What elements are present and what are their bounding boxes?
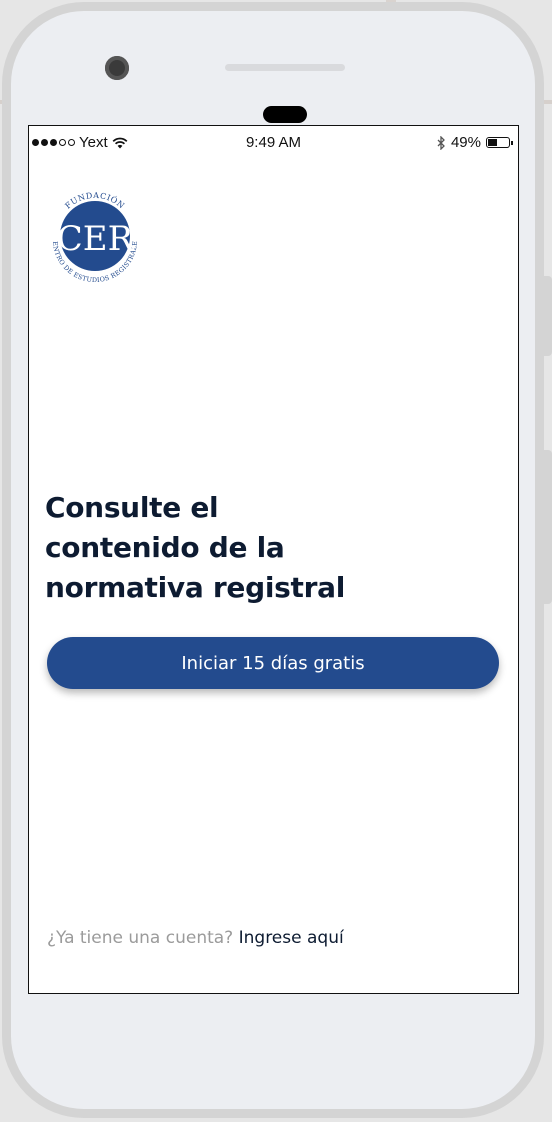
fundacion-cer-logo: FUNDACIÓN CENTRO DE ESTUDIOS REGISTRALES… <box>43 184 139 284</box>
start-free-trial-button[interactable]: Iniciar 15 días gratis <box>47 637 499 689</box>
front-camera <box>105 56 129 80</box>
login-question: ¿Ya tiene una cuenta? <box>47 928 234 948</box>
battery-percent: 49% <box>450 134 481 151</box>
headline-line: Consulte el <box>45 491 219 524</box>
earpiece-speaker <box>225 64 345 71</box>
battery-icon <box>486 137 513 148</box>
side-button <box>544 450 552 604</box>
headline-line: contenido de la <box>45 531 285 564</box>
proximity-sensor <box>263 106 307 123</box>
status-bar: Yext 9:49 AM 49% <box>29 126 518 160</box>
battery-level <box>488 139 497 146</box>
stage: Yext 9:49 AM 49% FUNDACIÓN ENTRO DE ESTU… <box>0 0 552 1122</box>
login-link[interactable]: Ingrese aquí <box>239 928 344 948</box>
status-right: 49% <box>437 134 513 151</box>
app-screen: Yext 9:49 AM 49% FUNDACIÓN ENTRO DE ESTU… <box>28 125 519 994</box>
side-button <box>544 276 552 356</box>
headline: Consulte el contenido de la normativa re… <box>45 488 485 608</box>
headline-line: normativa registral <box>45 571 346 604</box>
login-prompt: ¿Ya tiene una cuenta? Ingrese aquí <box>47 928 344 948</box>
bluetooth-icon <box>437 135 445 150</box>
svg-text:CER: CER <box>57 219 135 259</box>
